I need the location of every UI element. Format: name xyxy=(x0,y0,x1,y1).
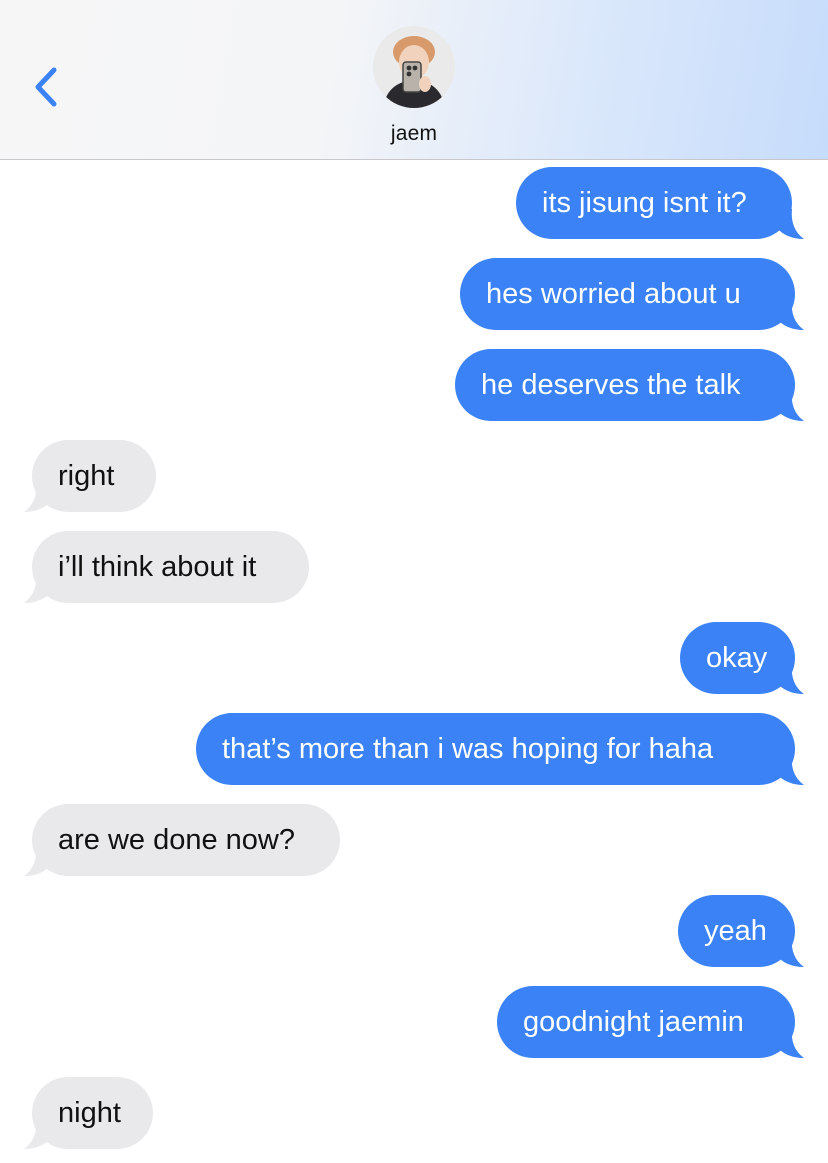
sent-bubble-tail xyxy=(776,300,804,330)
back-button[interactable] xyxy=(26,62,70,112)
sent-message-bubble[interactable]: that’s more than i was hoping for haha xyxy=(196,713,795,785)
received-bubble-tail xyxy=(24,846,52,876)
message-text: i’ll think about it xyxy=(58,551,257,583)
message-text: goodnight jaemin xyxy=(523,1006,744,1038)
message-text: night xyxy=(58,1097,121,1129)
sent-bubble-tail xyxy=(776,755,804,785)
sent-bubble-tail xyxy=(776,391,804,421)
sent-bubble-tail xyxy=(776,1028,804,1058)
received-bubble-tail xyxy=(24,1119,52,1149)
message-text: are we done now? xyxy=(58,824,295,856)
sent-message-bubble[interactable]: its jisung isnt it? xyxy=(516,167,792,239)
received-message-bubble[interactable]: are we done now? xyxy=(32,804,340,876)
received-bubble-tail xyxy=(24,482,52,512)
message-text: right xyxy=(58,460,115,492)
sent-bubble-tail xyxy=(776,664,804,694)
message-text: hes worried about u xyxy=(486,278,741,310)
message-text: okay xyxy=(706,642,768,674)
received-message-bubble[interactable]: i’ll think about it xyxy=(32,531,309,603)
conversation-header: jaem xyxy=(0,0,828,160)
message-text: that’s more than i was hoping for haha xyxy=(222,733,714,765)
sent-message-bubble[interactable]: goodnight jaemin xyxy=(497,986,795,1058)
message-text: its jisung isnt it? xyxy=(542,187,747,219)
sent-message-bubble[interactable]: hes worried about u xyxy=(460,258,795,330)
contact-name[interactable]: jaem xyxy=(0,122,828,146)
chevron-left-icon xyxy=(35,67,57,107)
received-bubble-tail xyxy=(24,573,52,603)
sent-message-bubble[interactable]: he deserves the talk xyxy=(455,349,795,421)
sent-bubble-tail xyxy=(776,937,804,967)
contact-photo xyxy=(373,26,455,108)
contact-avatar[interactable] xyxy=(373,26,455,108)
message-text: yeah xyxy=(704,915,767,947)
sent-bubble-tail xyxy=(776,209,804,239)
message-text: he deserves the talk xyxy=(481,369,741,401)
